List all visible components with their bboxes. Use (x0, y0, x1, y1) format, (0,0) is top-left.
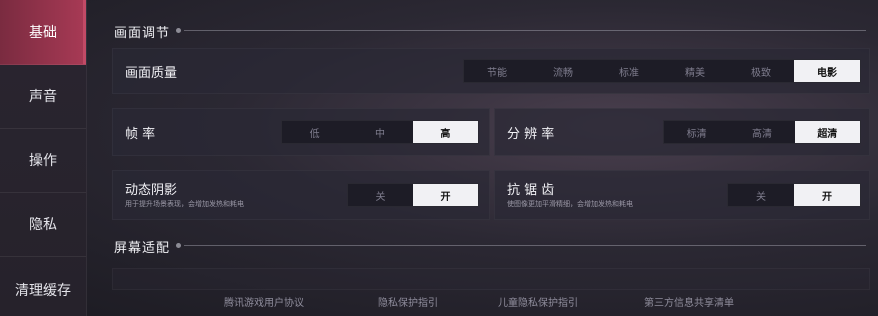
link-user-agreement[interactable]: 腾讯游戏用户协议 (224, 294, 304, 309)
antialias-option-on[interactable]: 开 (794, 184, 860, 206)
antialias-option-off[interactable]: 关 (728, 184, 794, 206)
sidebar-item-controls[interactable]: 操作 (0, 128, 86, 193)
sidebar-item-label: 隐私 (29, 217, 57, 233)
shadow-label: 动态阴影 (125, 183, 178, 198)
quality-row: 画面质量 节能 流畅 标准 精美 极致 电影 (112, 48, 870, 94)
antialias-description: 使图像更加平滑精细，会增加发热和耗电 (507, 200, 633, 208)
section-divider (184, 30, 866, 31)
resolution-label: 分 辨 率 (507, 127, 555, 142)
resolution-option-hd[interactable]: 高清 (729, 121, 794, 143)
quality-option-saver[interactable]: 节能 (464, 60, 530, 82)
resolution-row: 分 辨 率 标清 高清 超清 (494, 108, 870, 156)
screen-adapt-panel (112, 268, 870, 290)
sidebar-item-label: 基础 (29, 25, 57, 41)
sidebar-item-label: 声音 (29, 89, 57, 105)
section-divider (184, 245, 866, 246)
framerate-option-low[interactable]: 低 (282, 121, 347, 143)
quality-option-extreme[interactable]: 极致 (728, 60, 794, 82)
quality-selector: 节能 流畅 标准 精美 极致 电影 (463, 59, 861, 83)
sidebar-item-label: 操作 (29, 153, 57, 169)
framerate-option-high[interactable]: 高 (412, 121, 478, 143)
section-divider-dot (176, 243, 181, 248)
framerate-option-mid[interactable]: 中 (347, 121, 412, 143)
link-child-privacy-guide[interactable]: 儿童隐私保护指引 (498, 294, 578, 309)
quality-option-cinema[interactable]: 电影 (794, 60, 860, 82)
quality-option-standard[interactable]: 标准 (596, 60, 662, 82)
section-title-screen: 屏幕适配 (114, 241, 171, 256)
link-third-party-sharing[interactable]: 第三方信息共享清单 (644, 294, 734, 309)
framerate-row: 帧 率 低 中 高 (112, 108, 490, 156)
sidebar-item-basic[interactable]: 基础 (0, 0, 86, 65)
sidebar-item-privacy[interactable]: 隐私 (0, 192, 86, 257)
sidebar-item-sound[interactable]: 声音 (0, 64, 86, 129)
framerate-label: 帧 率 (125, 127, 156, 142)
section-title-picture: 画面调节 (114, 26, 171, 41)
quality-option-smooth[interactable]: 流畅 (530, 60, 596, 82)
main-content: 画面调节 画面质量 节能 流畅 标准 精美 极致 电影 帧 率 低 中 高 分 … (98, 0, 878, 316)
shadow-description: 用于提升场景表现，会增加发热和耗电 (125, 200, 244, 208)
framerate-selector: 低 中 高 (281, 120, 479, 144)
resolution-selector: 标清 高清 超清 (663, 120, 861, 144)
antialias-toggle: 关 开 (727, 183, 861, 207)
resolution-option-uhd[interactable]: 超清 (794, 121, 860, 143)
shadow-option-on[interactable]: 开 (413, 184, 478, 206)
quality-label: 画面质量 (125, 66, 178, 81)
sidebar: 基础 声音 操作 隐私 清理缓存 (0, 0, 87, 316)
link-privacy-guide[interactable]: 隐私保护指引 (378, 294, 438, 309)
antialias-label: 抗 锯 齿 (507, 183, 555, 198)
antialias-row: 抗 锯 齿 使图像更加平滑精细，会增加发热和耗电 关 开 (494, 170, 870, 220)
quality-option-fine[interactable]: 精美 (662, 60, 728, 82)
section-divider-dot (176, 28, 181, 33)
footer-links: 腾讯游戏用户协议 隐私保护指引 儿童隐私保护指引 第三方信息共享清单 (0, 294, 878, 310)
shadow-option-off[interactable]: 关 (348, 184, 413, 206)
resolution-option-sd[interactable]: 标清 (664, 121, 729, 143)
shadow-toggle: 关 开 (347, 183, 479, 207)
shadow-row: 动态阴影 用于提升场景表现，会增加发热和耗电 关 开 (112, 170, 490, 220)
